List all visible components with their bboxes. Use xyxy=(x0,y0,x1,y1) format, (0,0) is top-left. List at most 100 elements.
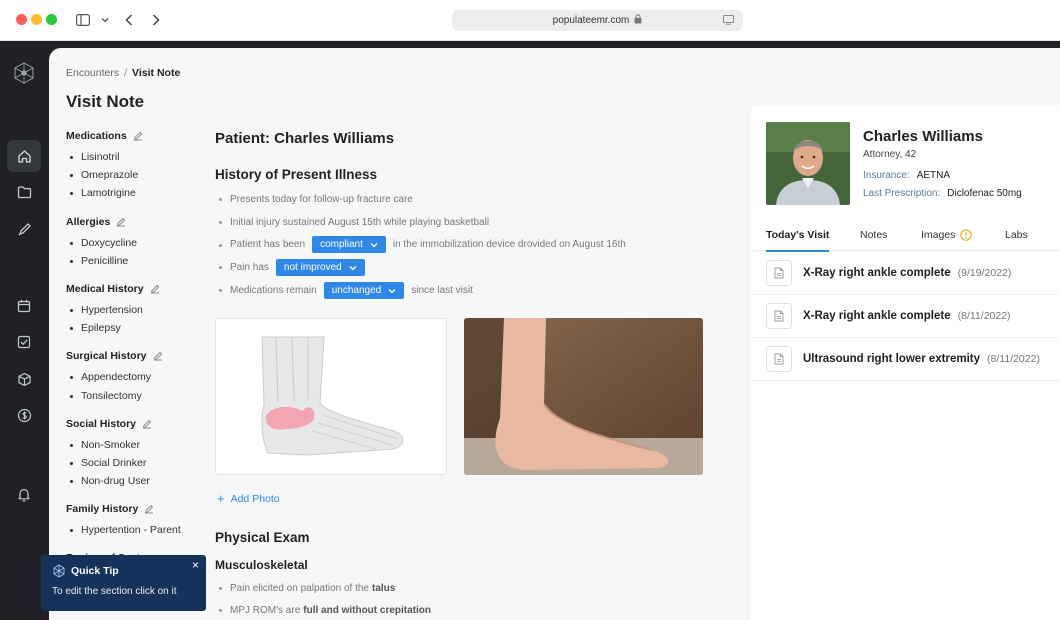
visit-row[interactable]: Ultrasound right lower extremity (8/11/20… xyxy=(750,338,1060,381)
section-title-label: Family History xyxy=(66,503,139,516)
forward-arrow-icon[interactable] xyxy=(149,10,163,30)
section-item: Doxycycline xyxy=(66,234,216,252)
section-title[interactable]: Medications xyxy=(66,129,216,143)
back-arrow-icon[interactable] xyxy=(122,10,136,30)
section-block[interactable]: Surgical History Appendectomy Tonsilectomy xyxy=(66,349,216,404)
section-item: Non-drug User xyxy=(66,472,216,490)
add-photo-label: Add Photo xyxy=(230,492,280,505)
hpi-text: Presents today for follow-up fracture ca… xyxy=(230,193,413,205)
section-title-label: Social History xyxy=(66,417,137,430)
tab-overview-icon[interactable] xyxy=(723,15,734,28)
tab-images[interactable]: Images xyxy=(921,219,973,251)
insurance-label: Insurance: xyxy=(863,170,910,181)
chevron-down-icon[interactable] xyxy=(99,10,111,30)
tab-label: Labs xyxy=(1005,229,1028,241)
browser-toolbar: populateemr.com xyxy=(0,0,1060,41)
chevron-down-icon xyxy=(370,242,378,248)
edit-pencil-icon[interactable] xyxy=(144,504,154,514)
section-block[interactable]: Medications Lisinotril Omeprazole Lamotrigi… xyxy=(66,129,216,203)
prescription-value: Diclofenac 50mg xyxy=(947,188,1022,199)
sparkle-icon xyxy=(52,564,66,583)
hpi-text: Pain has xyxy=(230,262,269,274)
lock-icon xyxy=(634,14,642,27)
foot-diagram-image[interactable] xyxy=(215,318,447,475)
edit-pencil-icon[interactable] xyxy=(142,419,152,429)
section-block[interactable]: Family History Hypertention - Parent xyxy=(66,502,216,539)
section-title[interactable]: Family History xyxy=(66,502,216,516)
edit-pencil-icon[interactable] xyxy=(133,131,143,141)
section-items: Hypertention - Parent xyxy=(66,521,216,539)
section-block[interactable]: Medical History Hypertension Epilepsy xyxy=(66,282,216,337)
nav-rail xyxy=(0,41,49,620)
patient-tabs: Today's Visit Notes Images Labs xyxy=(750,219,1060,252)
hpi-heading[interactable]: History of Present Illness xyxy=(215,167,377,182)
tab-label: Notes xyxy=(860,229,888,241)
compliance-dropdown[interactable]: compliant xyxy=(312,236,386,254)
add-photo-button[interactable]: + Add Photo xyxy=(217,491,280,506)
warning-icon xyxy=(960,229,973,241)
exam-item: MPJ ROM's are full and without crepitatio… xyxy=(215,600,434,620)
section-block[interactable]: Social History Non-Smoker Social Drinker No… xyxy=(66,417,216,491)
edit-pencil-icon[interactable] xyxy=(116,217,126,227)
section-title[interactable]: Medical History xyxy=(66,282,216,296)
close-window-button[interactable] xyxy=(16,14,27,25)
page-title: Visit Note xyxy=(66,92,145,111)
visit-date: (8/11/2022) xyxy=(957,310,1011,322)
edit-pencil-icon[interactable] xyxy=(153,351,163,361)
pain-status-value: not improved xyxy=(283,262,342,274)
exam-text: MPJ ROM's are xyxy=(230,604,301,616)
physical-exam-heading[interactable]: Physical Exam xyxy=(215,530,310,545)
visit-row[interactable]: X-Ray right ankle complete (9/19/2022) xyxy=(750,252,1060,295)
section-item: Lisinotril xyxy=(66,148,216,166)
section-block[interactable]: Allergies Doxycycline Penicilline xyxy=(66,215,216,270)
hpi-text: Initial injury sustained August 15th whi… xyxy=(230,216,490,228)
breadcrumb-current: Visit Note xyxy=(132,67,181,79)
section-title-label: Allergies xyxy=(66,215,111,228)
section-item: Appendectomy xyxy=(66,368,216,386)
exam-emphasis: talus xyxy=(372,583,396,595)
dollar-icon[interactable] xyxy=(7,399,41,431)
quick-tip-title: Quick Tip xyxy=(71,565,119,577)
maximize-window-button[interactable] xyxy=(46,14,57,25)
breadcrumb-root[interactable]: Encounters xyxy=(66,67,119,79)
tab-label: Images xyxy=(921,229,956,241)
foot-photo-image[interactable] xyxy=(464,318,703,475)
tab-labs[interactable]: Labs xyxy=(1005,219,1028,251)
hpi-text: in the immobilization device drovided on… xyxy=(392,239,626,251)
insurance-value: AETNA xyxy=(916,170,951,181)
visit-name: Ultrasound right lower extremity xyxy=(803,353,981,365)
calendar-icon[interactable] xyxy=(7,290,41,322)
section-item: Social Drinker xyxy=(66,454,216,472)
section-item: Epilepsy xyxy=(66,319,216,337)
section-title[interactable]: Surgical History xyxy=(66,349,216,363)
checklist-icon[interactable] xyxy=(7,326,41,358)
tab-notes[interactable]: Notes xyxy=(860,219,887,251)
pain-status-dropdown[interactable]: not improved xyxy=(275,259,365,277)
logo-icon xyxy=(7,57,41,89)
folder-icon[interactable] xyxy=(7,176,41,208)
minimize-window-button[interactable] xyxy=(31,14,42,25)
section-items: Doxycycline Penicilline xyxy=(66,234,216,270)
edit-pencil-icon[interactable] xyxy=(150,284,160,294)
hpi-item: Pain has not improved xyxy=(215,256,626,279)
home-icon[interactable] xyxy=(7,140,41,172)
chevron-down-icon xyxy=(349,265,357,271)
section-title[interactable]: Social History xyxy=(66,417,216,431)
patient-panel: Charles Williams Attorney, 42 Insurance:… xyxy=(750,106,1060,620)
section-items: Non-Smoker Social Drinker Non-drug User xyxy=(66,436,216,491)
box-icon[interactable] xyxy=(7,363,41,395)
pen-icon[interactable] xyxy=(7,213,41,245)
medication-status-dropdown[interactable]: unchanged xyxy=(323,282,405,300)
visit-row[interactable]: X-Ray right ankle complete (8/11/2022) xyxy=(750,295,1060,338)
address-bar[interactable]: populateemr.com xyxy=(452,10,743,31)
document-icon xyxy=(766,260,792,286)
tab-todays-visit[interactable]: Today's Visit xyxy=(766,219,830,252)
close-icon[interactable]: × xyxy=(192,558,199,572)
patient-last-prescription: Last Prescription: Diclofenac 50mg xyxy=(863,188,1022,199)
visit-date: (8/11/2022) xyxy=(987,353,1040,365)
sidebar-toggle-icon[interactable] xyxy=(74,10,92,30)
section-title[interactable]: Allergies xyxy=(66,215,216,229)
hpi-item: Patient has been compliant in the immobi… xyxy=(215,234,626,257)
section-items: Appendectomy Tonsilectomy xyxy=(66,368,216,404)
bell-icon[interactable] xyxy=(7,478,41,510)
